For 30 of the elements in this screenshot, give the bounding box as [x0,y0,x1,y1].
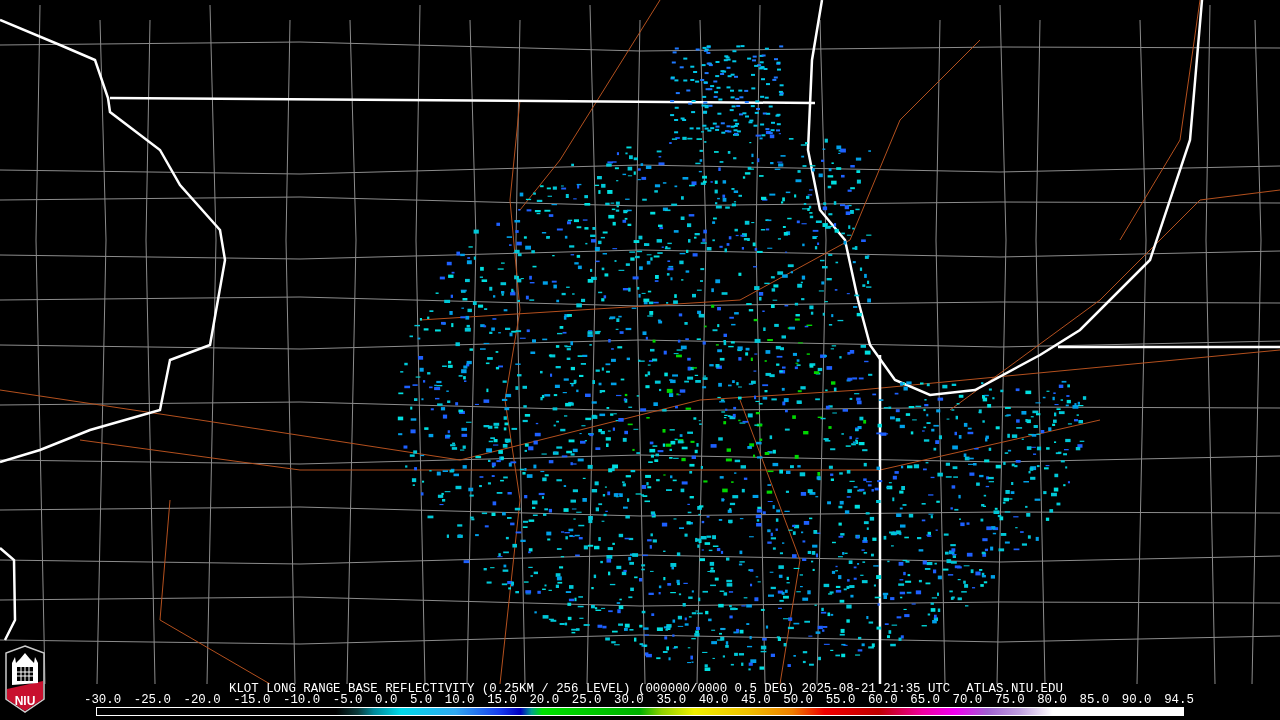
scale-label: 94.5 [1164,695,1194,706]
scale-label: -25.0 [133,695,171,706]
scale-label: 30.0 [614,695,644,706]
scale-label: -20.0 [183,695,221,706]
scale-label: 5.0 [409,695,433,706]
scale-label: 40.0 [698,695,729,706]
scale-label: 50.0 [783,695,814,706]
scale-label: -5.0 [332,695,363,706]
product-title: KLOT LONG RANGE BASE REFLECTIVITY (0.25KM / 256 LEVEL) (000000/0000 0.5 DEG) 2025-08-21 21:35 UTC [229,684,951,695]
scale-label: 65.0 [910,695,940,706]
scale-label: 75.0 [994,695,1025,706]
scale-label: 0.0 [375,695,398,706]
scale-label: 70.0 [952,695,983,706]
scale-label: 15.0 [487,695,517,706]
scale-label: 45.0 [741,695,771,706]
scale-label: 35.0 [656,695,687,706]
scale-label: -15.0 [233,695,271,706]
logo-text: NIU [14,694,36,708]
university-shield-icon [5,645,45,713]
scale-label: 10.0 [444,695,475,706]
scale-label: 60.0 [867,695,898,706]
scale-label: 20.0 [529,695,560,706]
source-url: ATLAS.NIU.EDU [966,684,1063,695]
scale-label: 90.0 [1121,695,1152,706]
scale-label: -10.0 [283,695,321,706]
scale-label: 25.0 [571,695,602,706]
scale-label: 85.0 [1079,695,1110,706]
scale-label: 80.0 [1037,695,1067,706]
scale-label: 55.0 [825,695,856,706]
scale-label: -30.0 [84,695,122,706]
